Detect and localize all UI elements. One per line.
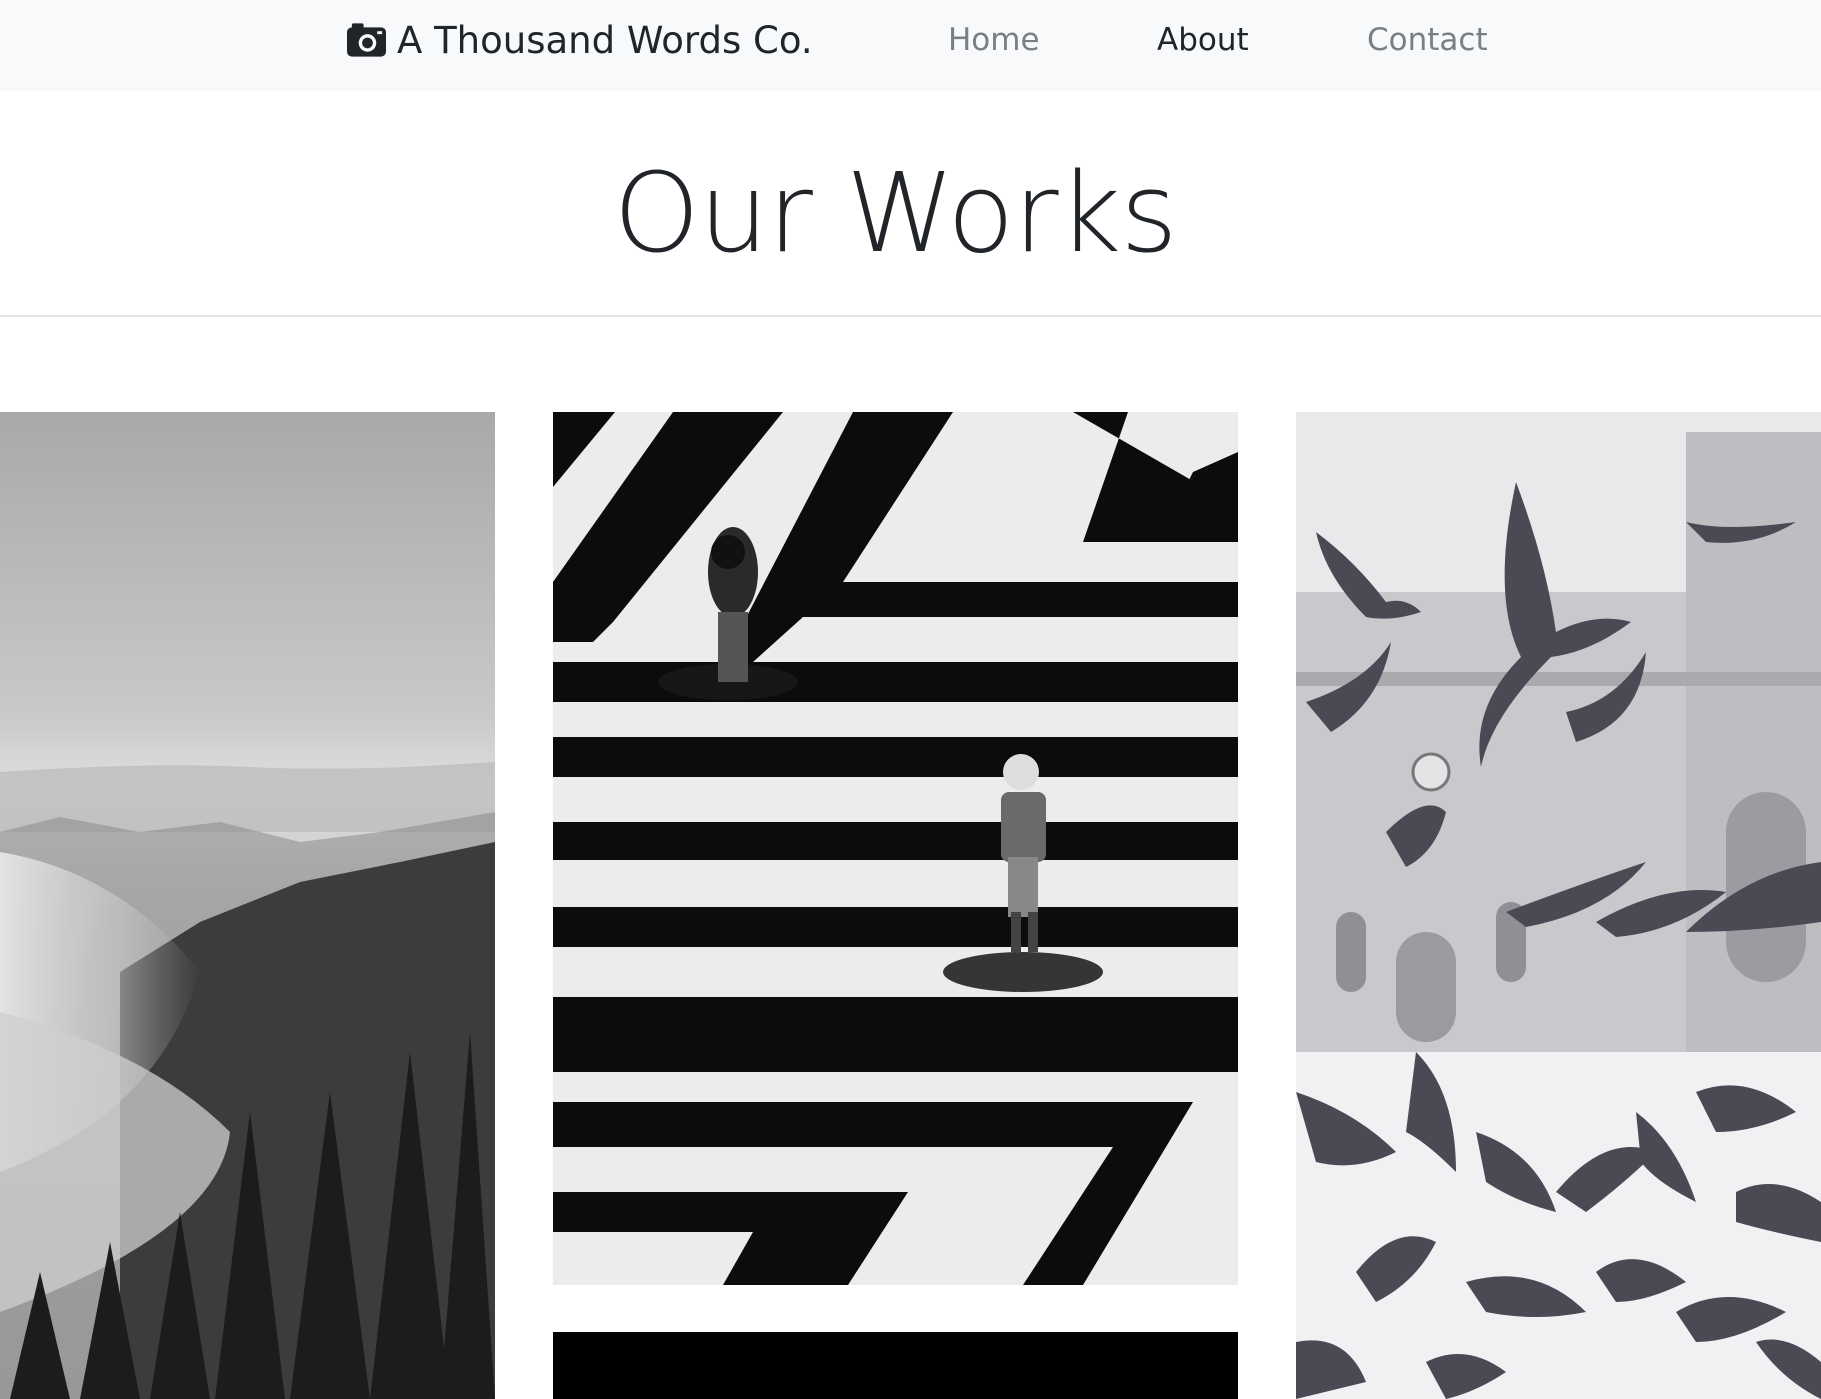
gallery-photo-forest[interactable]	[0, 412, 495, 1399]
brand-name: A Thousand Words Co.	[397, 18, 813, 62]
nav-link-contact[interactable]: Contact	[1367, 20, 1488, 60]
section-divider	[0, 315, 1821, 317]
gallery-photo-crosswalk[interactable]	[553, 412, 1238, 1285]
navbar: A Thousand Words Co. Home About Contact	[0, 0, 1821, 91]
camera-icon	[347, 23, 386, 57]
gallery-photo-dark[interactable]	[553, 1332, 1238, 1399]
nav-link-home[interactable]: Home	[948, 20, 1040, 60]
page-title: Our Works	[613, 149, 1177, 277]
nav-link-about[interactable]: About	[1157, 20, 1249, 60]
gallery-photo-pigeons[interactable]	[1296, 412, 1821, 1399]
brand-link[interactable]: A Thousand Words Co.	[347, 18, 813, 62]
